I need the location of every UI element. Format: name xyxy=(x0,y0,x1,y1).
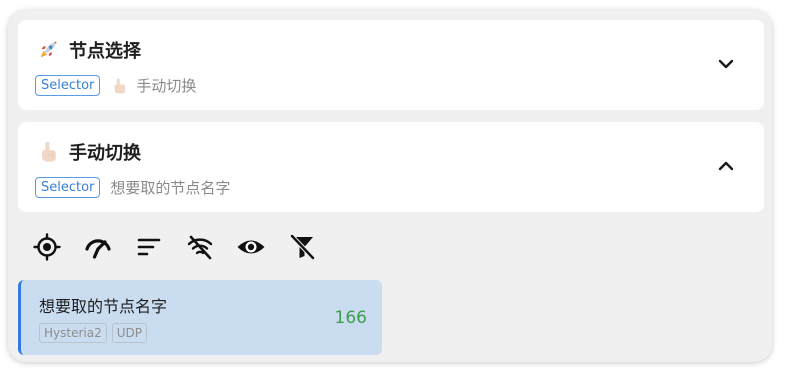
show-icon xyxy=(237,240,265,254)
proxy-groups-panel: 节点选择 Selector 手动切换 手动切换 Selector 想要取的节点名 xyxy=(8,10,772,362)
chevron-up-icon[interactable] xyxy=(718,160,734,172)
rocket-icon xyxy=(40,41,57,58)
group-selected-proxy: 手动切换 xyxy=(136,77,197,95)
locate-button[interactable] xyxy=(32,232,62,262)
group-subtitle: Selector 手动切换 xyxy=(35,75,196,96)
chevron-down-icon[interactable] xyxy=(718,58,734,70)
group-type-badge: Selector xyxy=(35,75,101,96)
pointing-hand-icon xyxy=(42,141,56,162)
filter-clear-button[interactable] xyxy=(287,232,317,262)
sort-button[interactable] xyxy=(134,232,164,262)
group-type-badge: Selector xyxy=(35,177,101,198)
delay-test-button[interactable] xyxy=(83,232,113,262)
proxy-tag: UDP xyxy=(111,323,147,343)
proxy-tag: Hysteria2 xyxy=(39,323,107,343)
pointing-hand-icon xyxy=(114,78,126,93)
group-title: 节点选择 xyxy=(36,37,141,63)
show-button[interactable] xyxy=(236,232,266,262)
group-toolbar xyxy=(32,232,338,262)
proxy-tags: Hysteria2 UDP xyxy=(39,323,152,343)
proxy-name: 想要取的节点名字 xyxy=(39,297,168,316)
filter-clear-icon xyxy=(289,233,316,261)
delay-test-icon xyxy=(85,239,111,259)
filter-off-icon xyxy=(187,235,213,260)
group-subtitle: Selector 想要取的节点名字 xyxy=(35,177,230,198)
proxy-item-selected[interactable]: 想要取的节点名字 Hysteria2 UDP 166 xyxy=(18,280,382,355)
group-title-text: 节点选择 xyxy=(69,41,141,62)
group-selected-proxy: 想要取的节点名字 xyxy=(110,179,231,197)
group-title: 手动切换 xyxy=(36,139,141,165)
locate-icon xyxy=(33,233,61,261)
proxy-delay[interactable]: 166 xyxy=(335,308,367,328)
filter-unavailable-button[interactable] xyxy=(185,232,215,262)
group-card-manual-switch[interactable]: 手动切换 Selector 想要取的节点名字 xyxy=(18,122,764,212)
group-title-text: 手动切换 xyxy=(69,143,141,164)
sort-icon xyxy=(137,238,161,256)
group-card-node-select[interactable]: 节点选择 Selector 手动切换 xyxy=(18,20,764,110)
